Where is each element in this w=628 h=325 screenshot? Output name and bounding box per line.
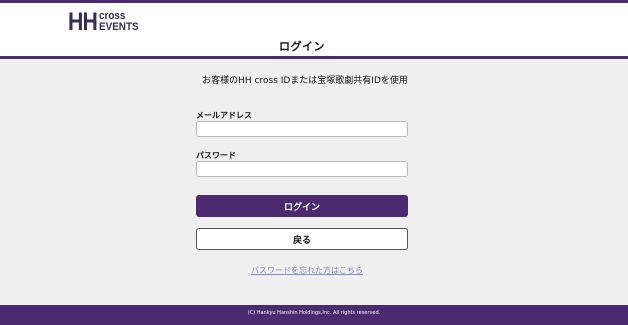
header-divider xyxy=(0,56,628,59)
logo-wordmark: cross EVENTS xyxy=(99,11,139,33)
logo-mark: HH xyxy=(68,7,98,36)
email-field[interactable] xyxy=(196,121,408,137)
back-button[interactable]: 戻る xyxy=(196,228,408,250)
site-header: HH cross EVENTS ログイン xyxy=(0,3,628,57)
password-label: パスワード xyxy=(196,151,236,160)
email-label: メールアドレス xyxy=(196,111,252,120)
copyright-text: (C) Hankyu Hanshin Holdings,Inc. All rig… xyxy=(247,310,381,316)
logo-word-events: EVENTS xyxy=(99,21,139,33)
password-field[interactable] xyxy=(196,161,408,177)
login-button[interactable]: ログイン xyxy=(196,195,408,217)
site-footer: (C) Hankyu Hanshin Holdings,Inc. All rig… xyxy=(0,305,628,325)
forgot-password-link[interactable]: パスワードを忘れた方はこちら xyxy=(0,265,614,276)
page-title: ログイン xyxy=(279,40,325,53)
login-intro-text: お客様のHH cross IDまたは宝塚歌劇共有IDを使用 xyxy=(202,76,408,86)
hh-cross-events-logo[interactable]: HH cross EVENTS xyxy=(68,8,143,36)
